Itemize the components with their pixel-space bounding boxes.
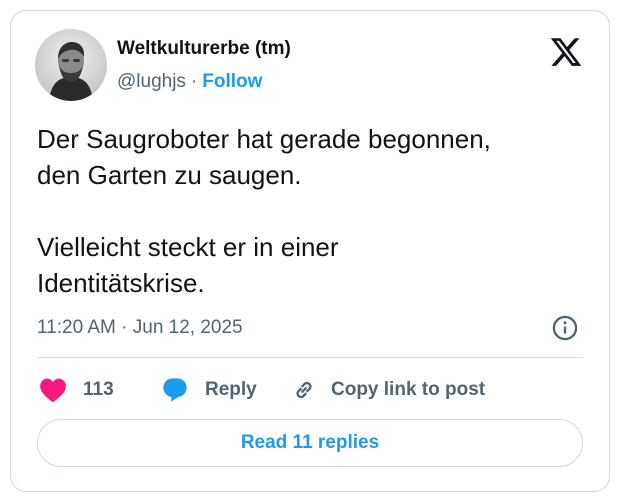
copy-link-button[interactable]: Copy link to post (291, 375, 485, 405)
reply-label: Reply (205, 379, 257, 400)
info-icon[interactable] (551, 314, 579, 342)
read-replies-button[interactable]: Read 11 replies (37, 419, 583, 467)
divider (37, 357, 583, 358)
author-handle[interactable]: @lughjs (117, 71, 186, 92)
reply-button[interactable]: Reply (161, 375, 257, 405)
post-text: Der Saugroboter hat gerade begonnen, den… (37, 124, 491, 298)
speech-bubble-icon (163, 378, 187, 402)
author-handle-row: @lughjs · Follow (117, 71, 262, 93)
like-button[interactable]: 113 (39, 375, 114, 405)
post-timestamp[interactable]: 11:20 AM · Jun 12, 2025 (37, 317, 243, 339)
user-avatar-photo-icon (35, 29, 107, 101)
x-logo-icon[interactable] (548, 35, 584, 69)
copy-link-label: Copy link to post (331, 379, 486, 400)
author-name[interactable]: Weltkulturerbe (tm) (117, 38, 291, 60)
embedded-post-card: Weltkulturerbe (tm) @lughjs · Follow Der S… (10, 10, 610, 492)
follow-button[interactable]: Follow (202, 71, 262, 92)
separator-dot: · (190, 71, 198, 92)
heart-icon (40, 378, 66, 403)
avatar[interactable] (35, 29, 107, 101)
like-count: 113 (83, 379, 114, 400)
link-icon (296, 381, 312, 399)
